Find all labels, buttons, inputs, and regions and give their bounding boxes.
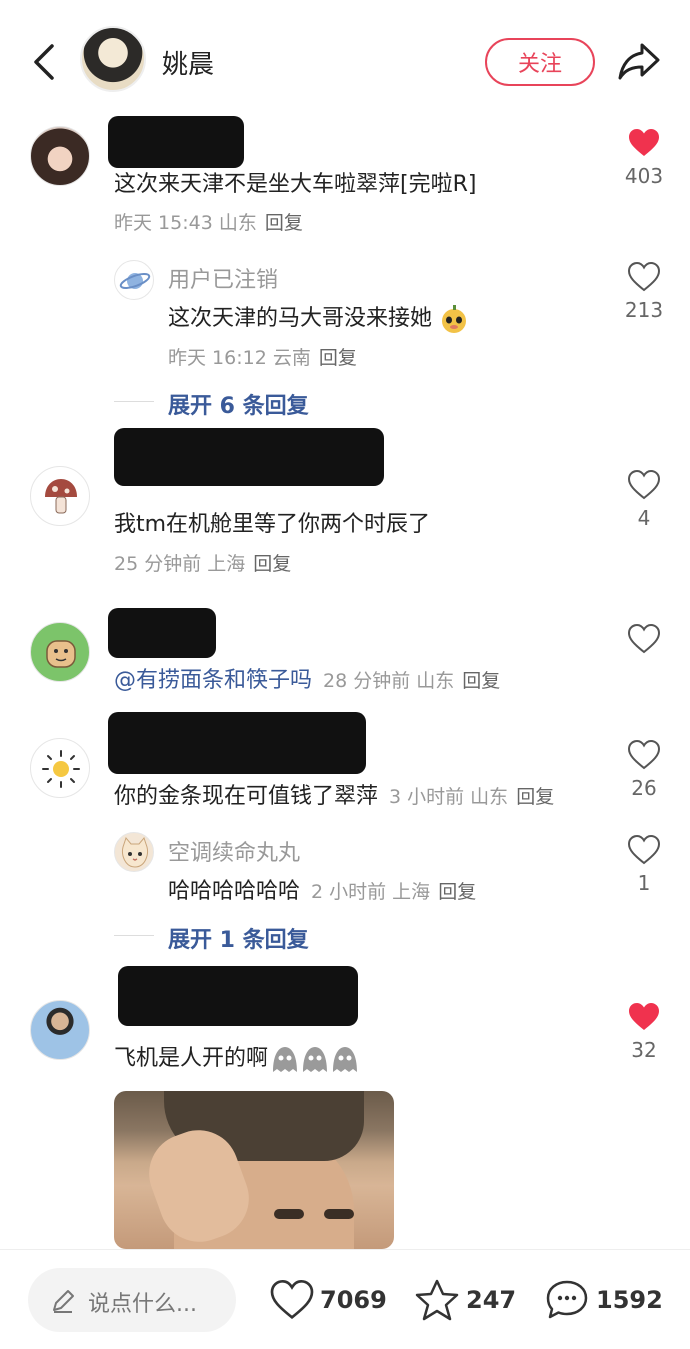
comment-stat-button[interactable]: 1592 [544, 1276, 663, 1324]
commenter-avatar[interactable] [30, 738, 90, 798]
heart-filled-icon [629, 1003, 659, 1030]
comment-text: 你的金条现在可值钱了翠萍 3 小时前 山东 回复 [114, 784, 555, 809]
like-button[interactable]: 1 [614, 835, 674, 895]
expand-replies-button[interactable]: 展开 6 条回复 [168, 388, 309, 420]
redacted-username [108, 116, 244, 168]
reply-button[interactable]: 回复 [319, 347, 357, 369]
reply-username[interactable]: 用户已注销 [168, 262, 278, 294]
redacted-username [114, 428, 384, 486]
comment-text: @有捞面条和筷子吗 28 分钟前 山东 回复 [114, 668, 501, 693]
chat-bubble-icon [546, 1280, 588, 1319]
heart-filled-icon [629, 129, 659, 156]
top-bar: 姚晨 关注 [0, 0, 690, 120]
divider [114, 401, 154, 402]
like-button[interactable]: 32 [614, 1002, 674, 1062]
like-button[interactable]: 4 [614, 470, 674, 530]
commenter-avatar[interactable] [30, 622, 90, 682]
cat-icon [122, 836, 148, 868]
follow-button[interactable]: 关注 [485, 38, 595, 86]
like-count: 26 [631, 776, 657, 800]
comment-image[interactable] [114, 1091, 394, 1249]
bottom-action-bar: 说点什么... 7069 247 1592 [0, 1249, 690, 1349]
mushroom-icon [45, 479, 77, 514]
favorite-stat-button[interactable]: 247 [414, 1276, 516, 1324]
reply-meta: 昨天 16:12 云南 回复 [168, 347, 357, 369]
sun-icon [42, 750, 80, 788]
like-count: 403 [624, 164, 664, 188]
comment-meta: 25 分钟前 上海 回复 [114, 553, 292, 575]
heart-outline-icon [628, 835, 660, 865]
star-outline-icon [415, 1279, 459, 1321]
expand-replies-button[interactable]: 展开 1 条回复 [168, 922, 309, 954]
like-button[interactable]: 213 [614, 262, 674, 322]
like-button[interactable] [614, 624, 674, 654]
like-button[interactable]: 26 [614, 740, 674, 800]
reply-button[interactable]: 回复 [438, 881, 476, 903]
author-avatar[interactable] [80, 26, 146, 92]
pear-emoji-icon [442, 305, 467, 333]
reply-button[interactable]: 回复 [265, 212, 303, 234]
comment-text: 这次来天津不是坐大车啦翠萍[完啦R] [114, 172, 477, 197]
like-count: 4 [637, 506, 651, 530]
comment-text: 飞机是人开的啊 [114, 1040, 360, 1074]
mention-link[interactable]: @有捞面条和筷子吗 [114, 668, 312, 693]
divider [114, 935, 154, 936]
reply-avatar[interactable] [114, 260, 154, 300]
heart-outline-icon [628, 740, 660, 770]
planet-icon [119, 273, 151, 289]
like-count: 32 [631, 1038, 657, 1062]
reply-text: 这次天津的马大哥没来接她 [168, 300, 469, 334]
comment-input-placeholder: 说点什么... [88, 1292, 197, 1317]
reply-button[interactable]: 回复 [462, 670, 500, 692]
heart-outline-icon [270, 1280, 314, 1320]
comment-total: 1592 [596, 1286, 663, 1314]
commenter-avatar[interactable] [30, 1000, 90, 1060]
comment-meta: 昨天 15:43 山东 回复 [114, 212, 303, 234]
like-count: 213 [624, 298, 664, 322]
like-count: 1 [637, 871, 651, 895]
redacted-username [108, 608, 216, 658]
heart-outline-icon [628, 262, 660, 292]
like-total: 7069 [320, 1286, 387, 1314]
reply-avatar[interactable] [114, 832, 154, 872]
cartoon-face-icon [46, 640, 76, 668]
share-icon[interactable] [616, 40, 662, 82]
reply-button[interactable]: 回复 [516, 786, 554, 808]
author-name[interactable]: 姚晨 [162, 44, 214, 81]
like-stat-button[interactable]: 7069 [270, 1276, 387, 1324]
heart-outline-icon [628, 624, 660, 654]
redacted-username [118, 966, 358, 1026]
comment-text: 我tm在机舱里等了你两个时辰了 [114, 512, 431, 537]
redacted-username [108, 712, 366, 774]
reply-username[interactable]: 空调续命丸丸 [168, 835, 300, 867]
reply-button[interactable]: 回复 [253, 553, 291, 575]
like-button[interactable]: 403 [614, 128, 674, 188]
heart-outline-icon [628, 470, 660, 500]
back-arrow-icon[interactable] [28, 40, 60, 84]
reply-text: 哈哈哈哈哈哈 2 小时前 上海 回复 [168, 879, 477, 904]
commenter-avatar[interactable] [30, 466, 90, 526]
pen-icon [53, 1290, 74, 1313]
favorite-total: 247 [466, 1286, 517, 1314]
ghost-emoji-icon [273, 1047, 358, 1072]
comment-input[interactable]: 说点什么... [28, 1268, 236, 1332]
commenter-avatar[interactable] [30, 126, 90, 186]
